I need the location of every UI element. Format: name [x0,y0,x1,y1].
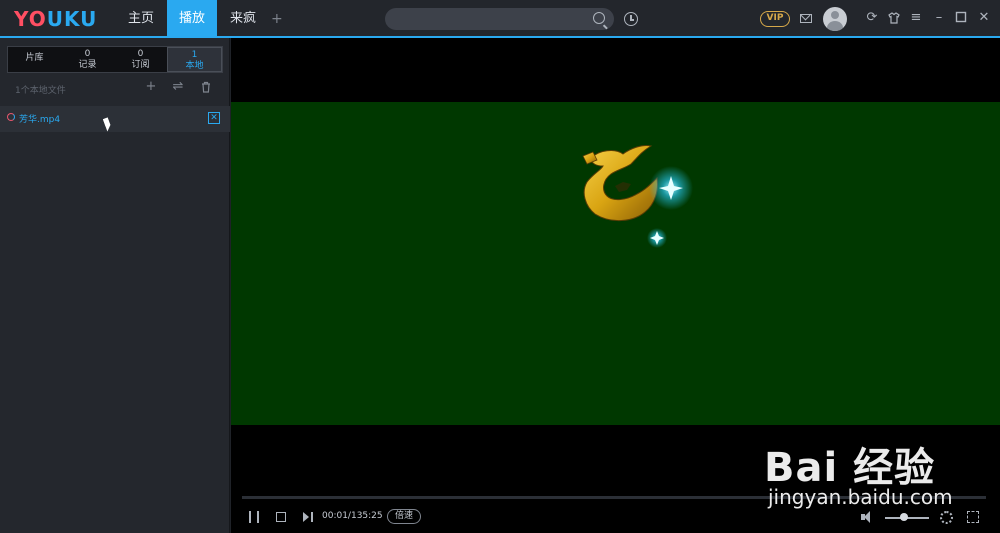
list-item[interactable]: 芳华.mp4 ✕ [0,106,230,132]
logo-text-right: UKU [46,7,98,31]
pause-icon[interactable] [249,511,259,523]
local-count: 1 [191,50,198,60]
tab-local[interactable]: 1 本地 [167,47,222,72]
tab-library[interactable]: 片库 [8,47,61,72]
stop-icon[interactable] [276,512,286,522]
playback-time: 00:01/135:25 [322,511,383,521]
library-tabs: 片库 0 记录 0 订阅 1 本地 [7,46,223,73]
add-file-icon[interactable]: + [145,80,157,93]
tab-play[interactable]: 播放 [167,0,217,36]
tab-history[interactable]: 0 记录 [61,47,114,72]
vip-button[interactable]: VIP [760,11,790,27]
search-icon[interactable] [593,12,605,24]
title-bar: YOUKU 主页 播放 来疯 + VIP ⟳ ≡ – ✕ [0,0,1000,38]
add-tab-button[interactable]: + [271,0,283,36]
refresh-icon[interactable]: ⟳ [865,11,879,25]
tab-library-label: 片库 [25,53,44,63]
library-sidebar: 片库 0 记录 0 订阅 1 本地 1个本地文件 + ⇌ 芳华.mp4 ✕ [0,38,230,533]
search-input[interactable] [385,8,614,30]
close-icon[interactable]: ✕ [977,11,991,25]
maximize-icon[interactable] [954,11,968,25]
minimize-icon[interactable]: – [932,11,946,25]
next-icon[interactable] [303,512,309,522]
local-file-count: 1个本地文件 [15,86,66,96]
video-frame[interactable] [231,102,1000,425]
baidu-jingyan-watermark: Bai 经验 jingyan.baidu.com [764,425,984,515]
youku-app-window: YOUKU 主页 播放 来疯 + VIP ⟳ ≡ – ✕ 片库 0 记录 0 订… [0,0,1000,533]
watermark-sub-text: jingyan.baidu.com [768,485,953,509]
dragon-logo-image [582,145,693,248]
skin-icon[interactable] [887,11,901,25]
tab-home[interactable]: 主页 [118,0,164,36]
menu-icon[interactable]: ≡ [909,11,923,25]
history-label: 记录 [78,60,97,70]
delete-icon[interactable] [200,81,212,93]
next-icon-bar [311,512,313,522]
history-icon[interactable] [624,12,638,26]
local-label: 本地 [185,61,204,71]
logo-text-left: YO [14,7,47,31]
speed-button[interactable]: 倍速 [387,509,421,524]
history-count: 0 [84,49,91,59]
subscriptions-count: 0 [137,49,144,59]
remove-file-button[interactable]: ✕ [208,112,220,124]
file-name[interactable]: 芳华.mp4 [19,112,60,125]
video-file-icon [7,113,15,121]
mail-icon[interactable] [800,14,812,23]
tab-subscriptions[interactable]: 0 订阅 [114,47,167,72]
youku-logo[interactable]: YOUKU [14,7,97,31]
subscriptions-label: 订阅 [131,60,150,70]
avatar[interactable] [823,7,847,31]
sort-icon[interactable]: ⇌ [172,80,184,93]
tab-laifeng[interactable]: 来疯 [220,0,266,36]
